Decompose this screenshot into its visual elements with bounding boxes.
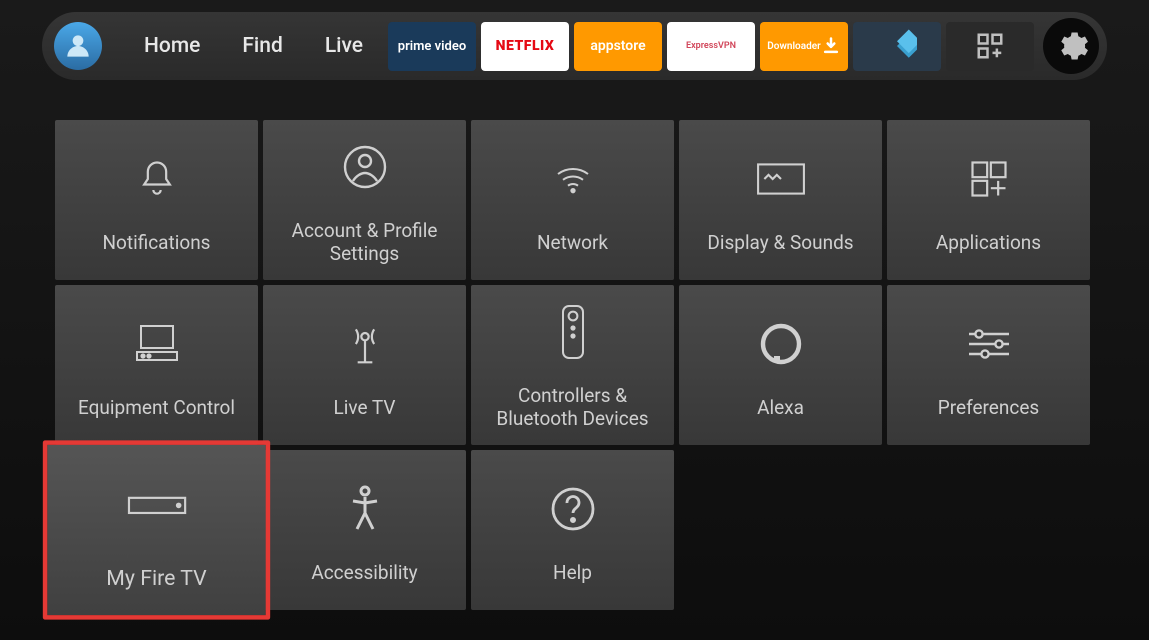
tile-controllers[interactable]: Controllers & Bluetooth Devices <box>471 285 674 445</box>
app-expressvpn[interactable]: ExpressVPN <box>667 22 755 71</box>
antenna-icon <box>335 319 395 369</box>
tile-label: Applications <box>924 232 1053 255</box>
avatar[interactable] <box>54 22 102 70</box>
alexa-icon <box>751 319 811 369</box>
tile-label: My Fire TV <box>93 565 220 591</box>
help-icon <box>543 484 603 534</box>
tile-label: Help <box>541 562 604 585</box>
tile-label: Display & Sounds <box>695 232 865 255</box>
app-appstore[interactable]: appstore <box>574 22 662 71</box>
kodi-icon <box>877 26 917 66</box>
app-prime-video[interactable]: prime video <box>388 22 476 71</box>
tile-label: Network <box>525 232 620 255</box>
apps-icon <box>959 154 1019 204</box>
tile-equipment[interactable]: Equipment Control <box>55 285 258 445</box>
equipment-icon <box>127 319 187 369</box>
tile-label: Account & Profile Settings <box>263 220 466 266</box>
tile-livetv[interactable]: Live TV <box>263 285 466 445</box>
accessibility-icon <box>335 484 395 534</box>
person-circle-icon <box>335 142 395 192</box>
tile-label: Preferences <box>926 397 1051 420</box>
gear-icon <box>1053 28 1089 64</box>
tile-alexa[interactable]: Alexa <box>679 285 882 445</box>
downloader-label: Downloader <box>767 41 820 52</box>
download-arrow-icon <box>821 34 841 58</box>
settings-grid: Notifications Account & Profile Settings… <box>55 120 1090 610</box>
tile-label: Alexa <box>745 397 816 420</box>
tile-display[interactable]: Display & Sounds <box>679 120 882 280</box>
tile-applications[interactable]: Applications <box>887 120 1090 280</box>
tile-account[interactable]: Account & Profile Settings <box>263 120 466 280</box>
tile-accessibility[interactable]: Accessibility <box>263 450 466 610</box>
tile-label: Controllers & Bluetooth Devices <box>471 385 674 431</box>
app-grid[interactable] <box>946 22 1034 71</box>
wifi-icon <box>543 154 603 204</box>
nav-live[interactable]: Live <box>325 34 363 58</box>
tile-myfiretv[interactable]: My Fire TV <box>43 440 270 619</box>
app-tiles: prime video NETFLIX appstore ExpressVPN … <box>388 18 1099 74</box>
tile-label: Accessibility <box>299 562 429 585</box>
app-downloader[interactable]: Downloader <box>760 22 848 71</box>
tile-preferences[interactable]: Preferences <box>887 285 1090 445</box>
nav-links: Home Find Live <box>144 34 363 58</box>
topbar: Home Find Live prime video NETFLIX appst… <box>42 12 1107 80</box>
nav-find[interactable]: Find <box>242 34 282 58</box>
tile-network[interactable]: Network <box>471 120 674 280</box>
remote-icon <box>543 307 603 357</box>
nav-home[interactable]: Home <box>144 34 200 58</box>
firetv-box-icon <box>123 478 190 534</box>
app-kodi[interactable] <box>853 22 941 71</box>
tile-label: Notifications <box>90 232 222 255</box>
bell-icon <box>127 154 187 204</box>
sliders-icon <box>959 319 1019 369</box>
tile-label: Equipment Control <box>66 397 247 420</box>
app-netflix[interactable]: NETFLIX <box>481 22 569 71</box>
person-icon <box>62 30 94 62</box>
display-icon <box>751 154 811 204</box>
expressvpn-label: ExpressVPN <box>686 41 736 51</box>
settings-button[interactable] <box>1043 18 1099 74</box>
tile-notifications[interactable]: Notifications <box>55 120 258 280</box>
tile-help[interactable]: Help <box>471 450 674 610</box>
grid-plus-icon <box>975 31 1005 61</box>
tile-label: Live TV <box>322 397 408 420</box>
